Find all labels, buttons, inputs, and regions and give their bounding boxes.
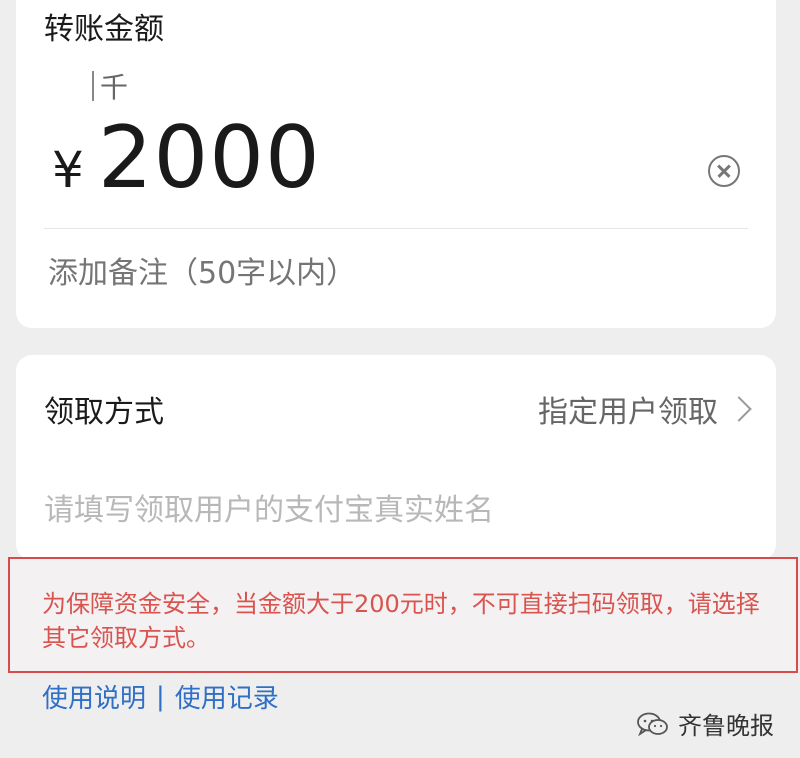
remark-input[interactable] (48, 256, 728, 291)
footer-links: 使用说明 | 使用记录 (42, 678, 279, 715)
amount-value[interactable]: 2000 (98, 108, 321, 208)
recipient-name-input[interactable] (44, 493, 744, 528)
divider (44, 228, 748, 229)
method-card: 领取方式 指定用户领取 (16, 355, 776, 560)
receive-method-selector[interactable]: 指定用户领取 (538, 387, 752, 431)
receive-method-label: 领取方式 (44, 395, 164, 430)
text-cursor (92, 71, 94, 101)
clear-icon[interactable] (708, 155, 740, 187)
link-separator: | (156, 681, 165, 712)
wechat-icon (637, 712, 668, 736)
watermark-text: 齐鲁晚报 (678, 712, 774, 740)
security-notice-text: 为保障资金安全，当金额大于200元时，不可直接扫码领取，请选择其它领取方式。 (42, 590, 760, 652)
currency-symbol: ¥ (52, 141, 84, 199)
security-notice: 为保障资金安全，当金额大于200元时，不可直接扫码领取，请选择其它领取方式。 (8, 557, 798, 673)
instructions-link[interactable]: 使用说明 (42, 678, 146, 715)
records-link[interactable]: 使用记录 (175, 678, 279, 715)
amount-section-title: 转账金额 (44, 12, 164, 47)
unit-hint-label: 千 (100, 71, 129, 104)
amount-unit-hint: 千 (92, 66, 128, 106)
amount-input[interactable]: ¥ 2000 (52, 108, 321, 208)
watermark: 齐鲁晚报 (636, 706, 774, 741)
amount-card: 转账金额 千 ¥ 2000 (16, 0, 776, 328)
receive-method-value[interactable]: 指定用户领取 (538, 387, 718, 431)
chevron-right-icon[interactable] (726, 396, 752, 422)
